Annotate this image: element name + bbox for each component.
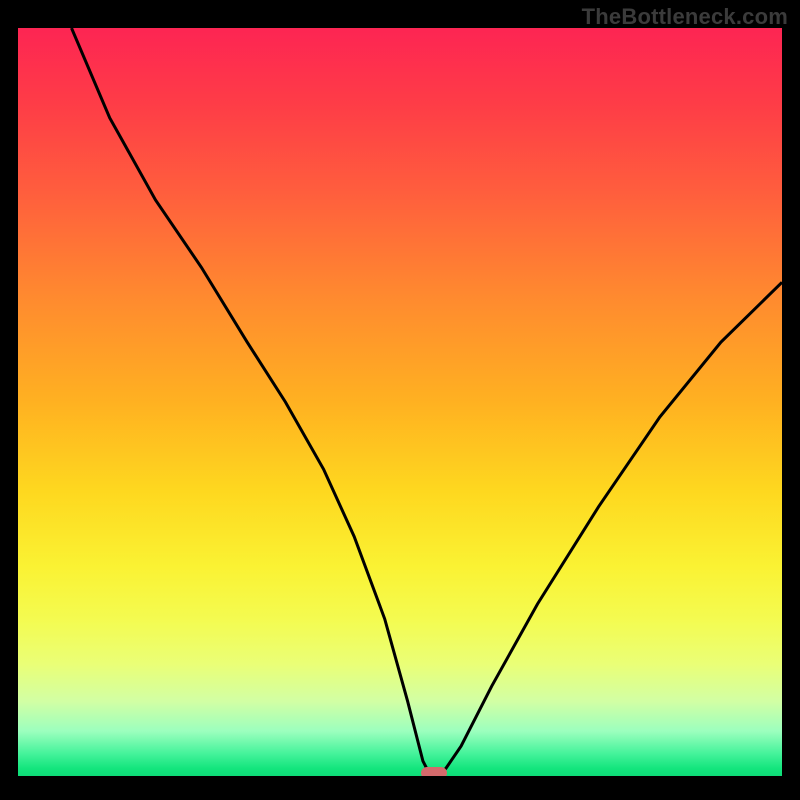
watermark-text: TheBottleneck.com: [582, 4, 788, 30]
optimum-marker: [421, 767, 447, 776]
curve-svg: [18, 28, 782, 776]
plot-area: [18, 28, 782, 776]
bottleneck-curve: [72, 28, 783, 776]
